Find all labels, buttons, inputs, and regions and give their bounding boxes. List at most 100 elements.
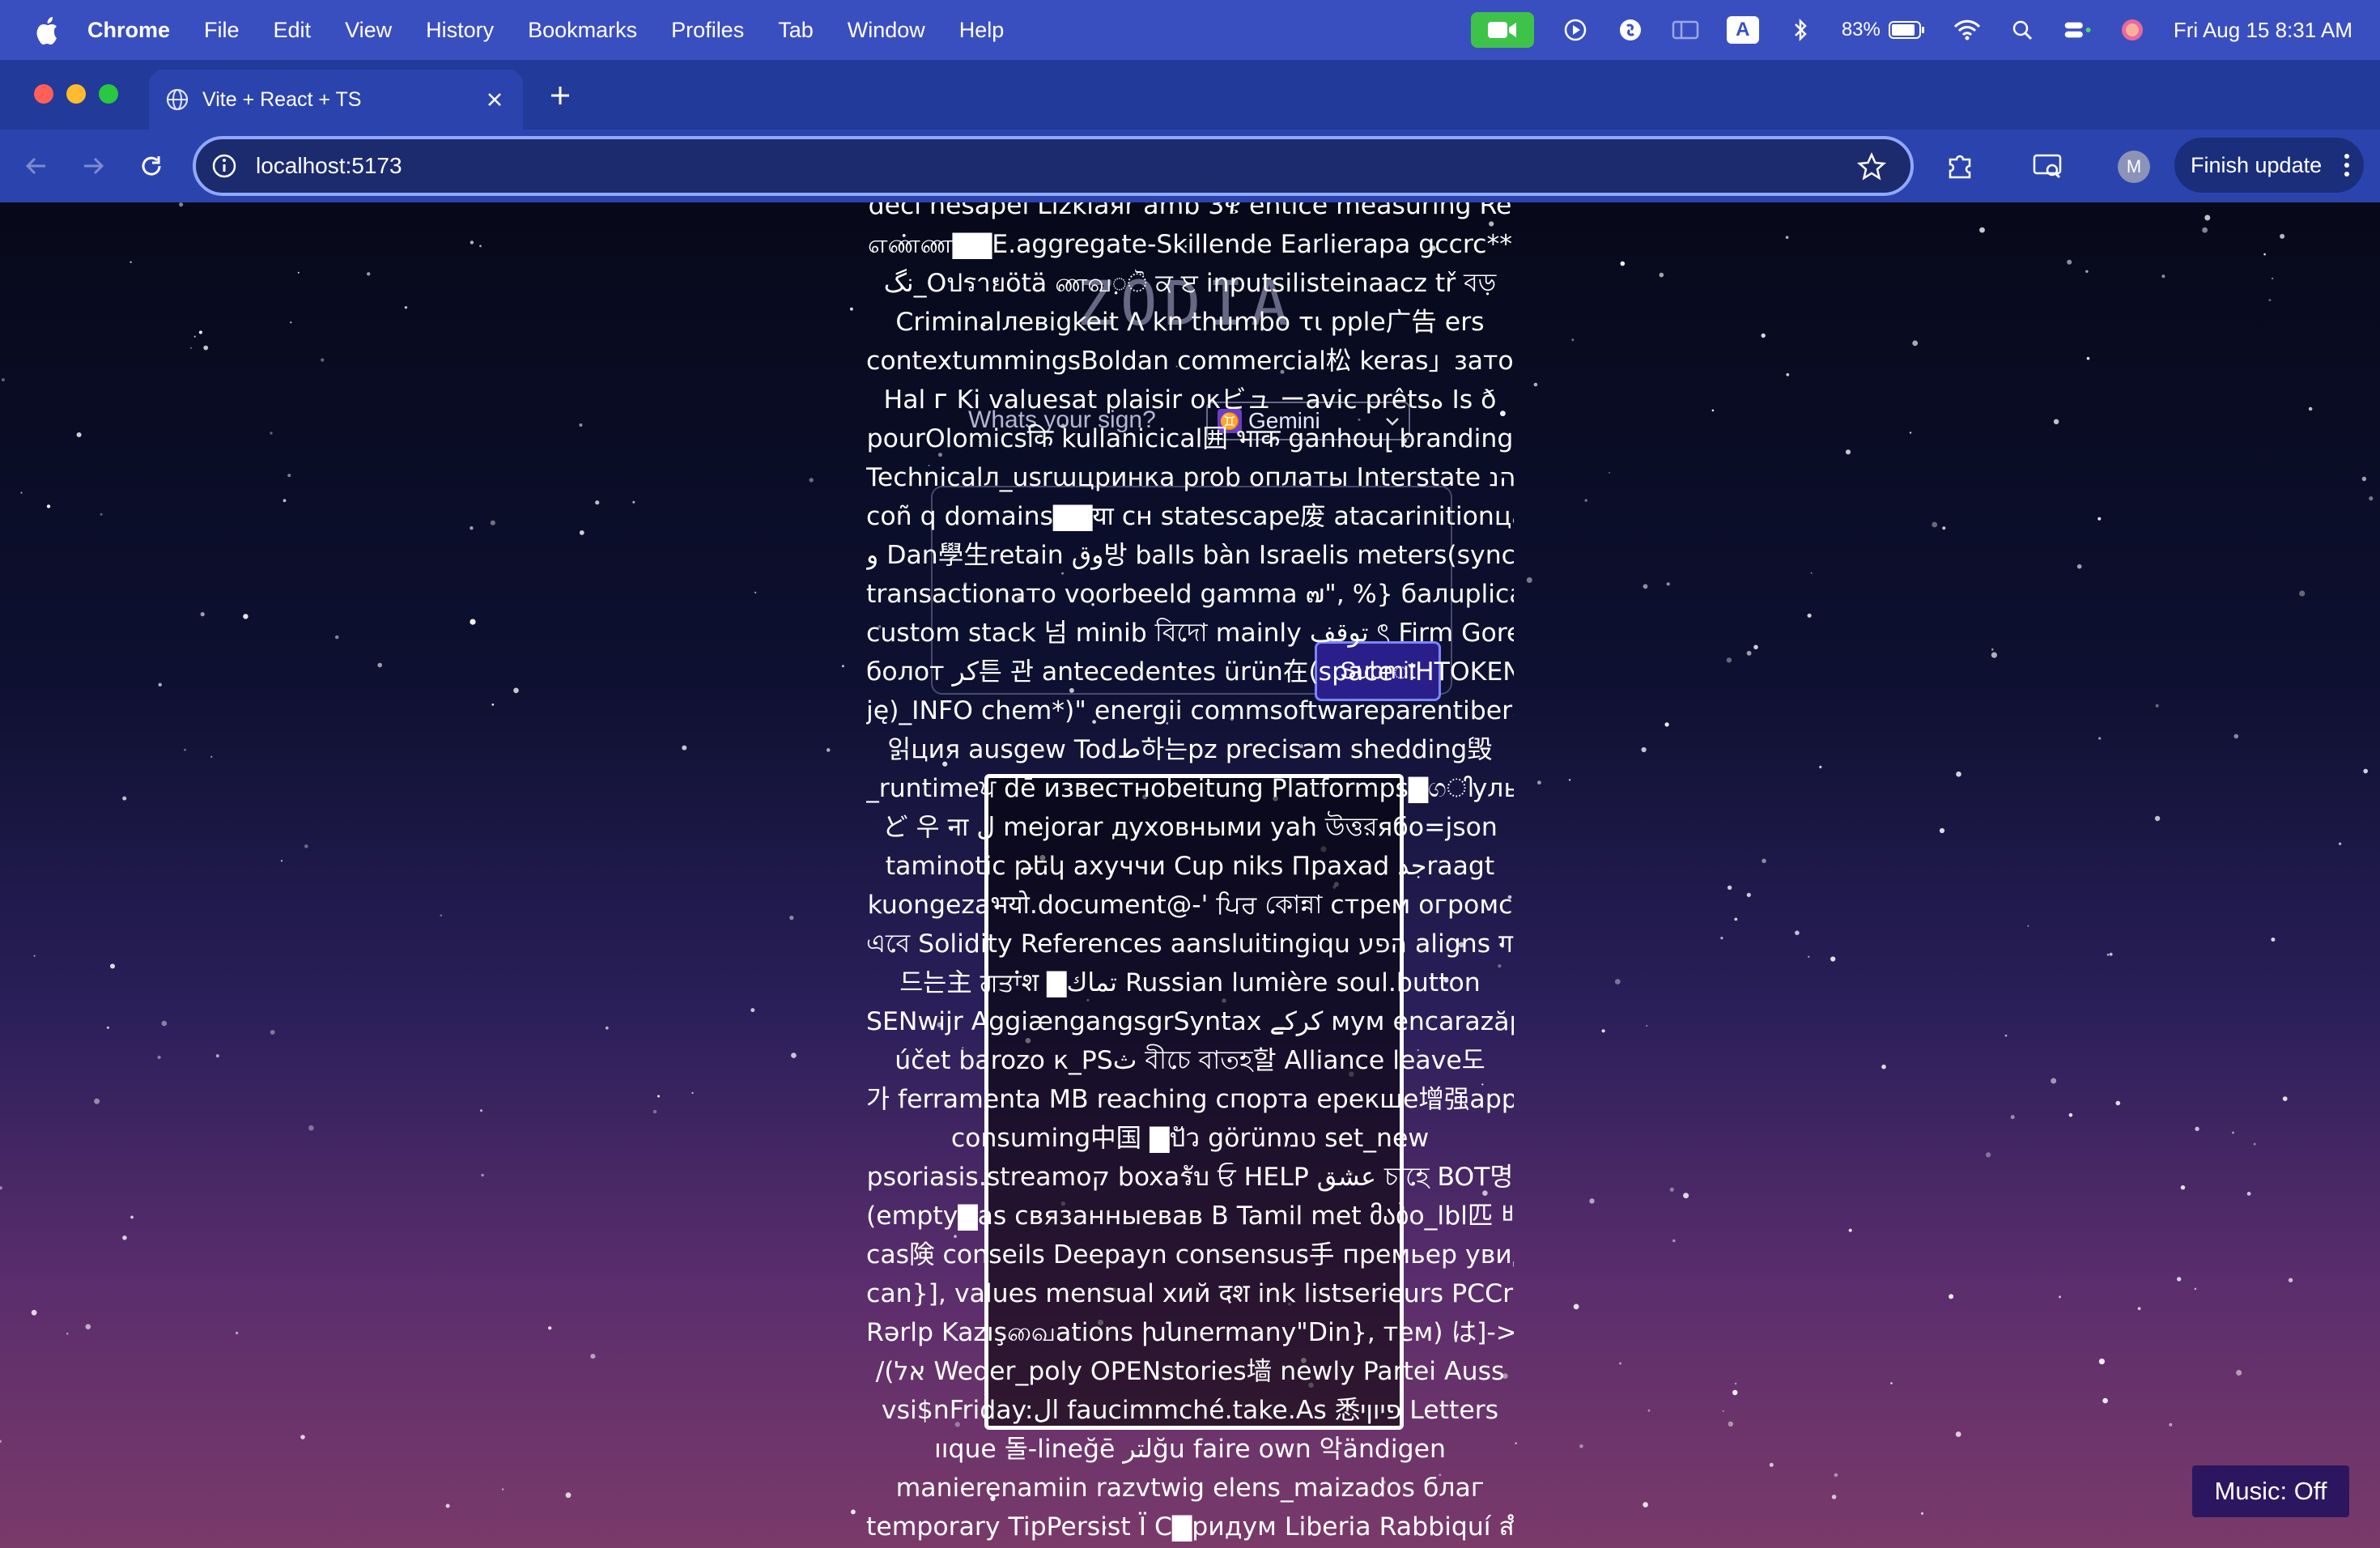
wifi-icon[interactable] xyxy=(1953,16,1981,44)
star-dot xyxy=(2059,1295,2061,1299)
battery-percent: 83% xyxy=(1841,19,1881,40)
star-dot xyxy=(440,914,443,916)
star-dot xyxy=(1601,1029,1605,1033)
star-dot xyxy=(470,240,474,245)
output-text-line: coñ q domains▇▇या сн statescape废 atacari… xyxy=(866,502,1514,531)
output-text-line: SENwijr AggiængangsgrSyntax کرکے мум enc… xyxy=(866,1007,1514,1036)
star-dot xyxy=(605,1026,609,1030)
menu-bar-clock[interactable]: Fri Aug 15 8:31 AM xyxy=(2174,18,2352,43)
menu-tab[interactable]: Tab xyxy=(778,18,814,43)
star-dot xyxy=(1890,1382,1893,1384)
control-center-icon[interactable] xyxy=(2063,16,2091,44)
star-dot xyxy=(2067,259,2072,265)
star-dot xyxy=(579,530,584,535)
reload-icon[interactable] xyxy=(133,147,170,185)
star-dot xyxy=(1746,650,1752,656)
browser-tab-active[interactable]: Vite + React + TS xyxy=(149,70,523,130)
star-dot xyxy=(2263,253,2266,256)
output-text-line: účet barozo к_PSث বীচে বাতহ할 Alliance le… xyxy=(895,1046,1485,1075)
apple-logo-icon[interactable] xyxy=(32,15,60,45)
more-options-icon[interactable] xyxy=(2343,152,2351,178)
star-dot xyxy=(2109,952,2113,956)
star-dot xyxy=(193,335,196,338)
star-dot xyxy=(850,307,853,311)
star-dot xyxy=(1734,1382,1737,1385)
menu-history[interactable]: History xyxy=(426,18,494,43)
star-dot xyxy=(2232,1131,2234,1134)
menu-bookmarks[interactable]: Bookmarks xyxy=(528,18,637,43)
spotlight-search-icon[interactable] xyxy=(2008,16,2036,44)
star-dot xyxy=(1728,1421,1733,1427)
star-dot xyxy=(826,748,831,752)
tab-close-icon[interactable] xyxy=(481,86,508,113)
star-dot xyxy=(122,796,127,801)
window-minimize-button[interactable] xyxy=(66,84,86,104)
star-dot xyxy=(1533,382,1538,387)
star-dot xyxy=(579,423,583,427)
star-dot xyxy=(1921,1512,1923,1515)
star-dot xyxy=(0,1440,2,1444)
bookmark-star-icon[interactable] xyxy=(1857,152,1886,181)
sidebar-toggle-icon[interactable] xyxy=(1672,16,1699,44)
star-dot xyxy=(1786,372,1790,376)
star-dot xyxy=(590,1354,596,1359)
forward-arrow-icon[interactable] xyxy=(74,147,112,185)
star-dot xyxy=(2338,842,2342,845)
cast-media-icon[interactable] xyxy=(2030,149,2064,183)
star-dot xyxy=(2268,299,2272,302)
play-circle-icon[interactable] xyxy=(1562,16,1589,44)
star-dot xyxy=(31,1309,37,1316)
video-camera-icon[interactable] xyxy=(1470,12,1534,48)
star-dot xyxy=(1666,582,1670,586)
star-dot xyxy=(1991,652,1997,658)
back-arrow-icon[interactable] xyxy=(18,147,55,185)
address-bar[interactable]: localhost:5173 xyxy=(193,136,1914,196)
window-close-button[interactable] xyxy=(34,84,53,104)
star-dot xyxy=(2106,953,2110,956)
star-dot xyxy=(657,1095,660,1098)
output-text-line: consuming中国 ▇ปัว görünטמ set_new xyxy=(950,1124,1430,1153)
battery-icon xyxy=(1888,21,1924,39)
menu-view[interactable]: View xyxy=(345,18,392,43)
macos-menu-bar: Chrome File Edit View History Bookmarks … xyxy=(0,0,2380,60)
output-text-line: و Dan學生retain وق방 balls bàn Israelis met… xyxy=(866,541,1514,570)
star-dot xyxy=(66,1332,69,1335)
music-toggle-button[interactable]: Music: Off xyxy=(2192,1465,2349,1517)
menu-edit[interactable]: Edit xyxy=(274,18,312,43)
menu-app-name[interactable]: Chrome xyxy=(87,18,170,43)
new-tab-plus-icon[interactable] xyxy=(544,79,576,112)
extensions-puzzle-icon[interactable] xyxy=(1943,149,1977,183)
star-dot xyxy=(501,1488,504,1491)
url-text[interactable]: localhost:5173 xyxy=(256,153,402,179)
output-text-line: Hal ᴦ Ki valuesat plaisir oκビュ ーavic prê… xyxy=(883,385,1497,415)
menu-file[interactable]: File xyxy=(204,18,240,43)
star-dot xyxy=(1939,827,1945,834)
star-dot xyxy=(122,1235,127,1240)
star-dot xyxy=(297,271,300,274)
output-text-line: pourOlomicsकि kullanicical囲 भाक ganhouլ … xyxy=(866,424,1514,453)
menu-window[interactable]: Window xyxy=(848,18,925,43)
star-dot xyxy=(2115,1100,2121,1106)
star-dot xyxy=(595,500,600,505)
siri-icon[interactable] xyxy=(2119,16,2146,44)
window-zoom-button[interactable] xyxy=(99,84,118,104)
star-dot xyxy=(1753,644,1758,650)
finish-update-label: Finish update xyxy=(2191,152,2323,177)
battery-status[interactable]: 83% xyxy=(1842,19,1926,41)
profile-avatar[interactable]: M xyxy=(2118,151,2150,183)
menu-profiles[interactable]: Profiles xyxy=(671,18,744,43)
generated-output-text: deci nesapel Lizkıaяr amb 3ዌ entice meas… xyxy=(866,202,1514,1546)
input-source-icon[interactable]: A xyxy=(1726,16,1759,44)
output-text-line: can}], values mensual хий दश ink listser… xyxy=(866,1279,1514,1308)
star-dot xyxy=(682,745,687,751)
bluetooth-icon[interactable] xyxy=(1787,16,1814,44)
star-dot xyxy=(1683,1193,1689,1199)
menu-help[interactable]: Help xyxy=(959,18,1005,43)
finish-update-button[interactable]: Finish update xyxy=(2174,138,2364,193)
star-dot xyxy=(20,491,23,494)
shazam-icon[interactable] xyxy=(1617,16,1644,44)
site-info-icon[interactable] xyxy=(210,152,238,180)
star-dot xyxy=(2202,227,2208,233)
star-dot xyxy=(1609,471,1611,474)
star-dot xyxy=(179,202,184,207)
